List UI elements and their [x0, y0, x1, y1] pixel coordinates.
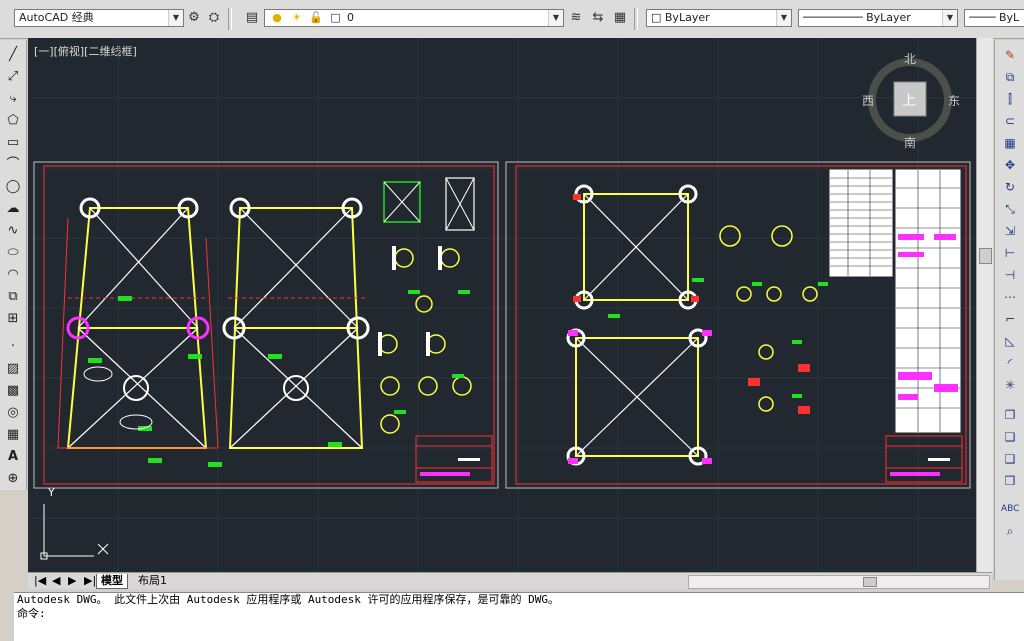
compass-east[interactable]: 东 — [948, 92, 960, 109]
layer-label: 0 — [347, 11, 354, 24]
layer-isolate-icon[interactable]: ▦ — [612, 10, 628, 26]
bring-front-icon[interactable]: ❏ — [1001, 428, 1019, 446]
arc-icon[interactable]: ⌒ — [4, 156, 22, 174]
table-icon[interactable]: ▦ — [4, 426, 22, 444]
vertical-scroll-thumb[interactable] — [979, 248, 992, 264]
point-icon[interactable]: · — [4, 338, 22, 356]
ellipse-icon[interactable]: ⬭ — [4, 244, 22, 262]
color-label: ByLayer — [664, 11, 710, 24]
linetype-select[interactable]: ───────── ByLayer ▼ — [798, 9, 958, 27]
command-history-line: Autodesk DWG。 此文件上次由 Autodesk 应用程序或 Auto… — [17, 593, 560, 606]
chamfer-icon[interactable]: ◺ — [1001, 332, 1019, 350]
top-toolbar: AutoCAD 经典 ▼ ⚙ ⛭ ▤ ● ☀ 🔓 □ 0 ▼ ≋ ⇆ ▦ □ B… — [0, 0, 1024, 39]
ellipse-arc-icon[interactable]: ◠ — [4, 266, 22, 284]
command-window-handle[interactable] — [0, 592, 14, 640]
left-drawing-sheet[interactable] — [33, 161, 499, 489]
ucs-icon — [40, 504, 109, 560]
draw-toolbar: ╱ ⤢ ⤷ ⬠ ▭ ⌒ ◯ ☁ ∿ ⬭ ◠ ⧉ ⊞ · ▨ ▩ ◎ ▦ A ⊕ — [0, 40, 27, 490]
send-back-icon[interactable]: ❑ — [1001, 450, 1019, 468]
tab-nav-prev[interactable]: ◀ — [48, 574, 64, 588]
spline-icon[interactable]: ∿ — [4, 222, 22, 240]
layer-select[interactable]: ● ☀ 🔓 □ 0 ▼ — [264, 9, 564, 27]
line-icon[interactable]: ╱ — [4, 46, 22, 64]
tab-layout1[interactable]: 布局1 — [134, 574, 171, 588]
vertical-scrollbar[interactable] — [976, 38, 993, 572]
join-icon[interactable]: ⌐ — [1001, 310, 1019, 328]
region-icon[interactable]: ◎ — [4, 404, 22, 422]
chevron-down-icon[interactable]: ▼ — [548, 10, 563, 26]
add-selected-icon[interactable]: ⊕ — [4, 470, 22, 488]
linetype-line-icon: ───────── — [803, 11, 867, 24]
linetype-label: ByLayer — [866, 11, 911, 24]
rectangle-icon[interactable]: ▭ — [4, 134, 22, 152]
layer-manager-icon[interactable]: ▤ — [244, 10, 260, 26]
stretch-icon[interactable]: ⇲ — [1001, 222, 1019, 240]
workspace-settings-icon[interactable]: ⛭ — [206, 10, 222, 26]
chevron-down-icon[interactable]: ▼ — [168, 10, 183, 26]
horizontal-scrollbar[interactable] — [688, 575, 990, 589]
chevron-down-icon[interactable]: ▼ — [942, 10, 957, 26]
extend-icon[interactable]: ⊣ — [1001, 266, 1019, 284]
polygon-icon[interactable]: ⬠ — [4, 112, 22, 130]
mirror-icon[interactable]: ⫿ — [1001, 90, 1019, 108]
fillet-icon[interactable]: ◜ — [1001, 354, 1019, 372]
lineweight-select[interactable]: ──── ByL — [964, 9, 1024, 27]
drawing-canvas[interactable]: [一][俯视][二维线框] 北 南 东 西 上 Y — [28, 38, 976, 572]
construction-line-icon[interactable]: ⤢ — [4, 68, 22, 86]
horizontal-scroll-thumb[interactable] — [863, 577, 877, 587]
lock-icon: 🔓 — [309, 11, 323, 24]
compass-north[interactable]: 北 — [904, 50, 916, 67]
scale-icon[interactable]: ⤡ — [1001, 200, 1019, 218]
ucs-y-label: Y — [48, 486, 55, 499]
text-above-icon[interactable]: ❒ — [1001, 472, 1019, 490]
tab-model[interactable]: 模型 — [96, 574, 128, 589]
viewcube-face-top[interactable]: 上 — [902, 90, 916, 110]
command-window[interactable]: Autodesk DWG。 此文件上次由 Autodesk 应用程序或 Auto… — [14, 592, 1024, 641]
explode-icon[interactable]: ✳ — [1001, 376, 1019, 394]
array-icon[interactable]: ▦ — [1001, 134, 1019, 152]
erase-icon[interactable]: ✎ — [1001, 46, 1019, 64]
break-icon[interactable]: ⋯ — [1001, 288, 1019, 306]
layout-tabs-bar: |◀ ◀ ▶ ▶| 模型 布局1 — [28, 572, 992, 589]
layer-previous-icon[interactable]: ⇆ — [590, 10, 606, 26]
compass-west[interactable]: 西 — [862, 92, 874, 109]
compass-south[interactable]: 南 — [904, 134, 916, 151]
rotate-icon[interactable]: ↻ — [1001, 178, 1019, 196]
hatch-icon[interactable]: ▨ — [4, 360, 22, 378]
offset-icon[interactable]: ⊂ — [1001, 112, 1019, 130]
drawing-svg — [28, 38, 976, 572]
workspace-select[interactable]: AutoCAD 经典 ▼ — [14, 9, 184, 27]
command-prompt[interactable]: 命令: — [14, 607, 1024, 621]
toolbar-separator — [634, 8, 638, 30]
sun-icon: ☀ — [291, 11, 302, 24]
workspace-label: AutoCAD 经典 — [19, 11, 94, 24]
color-swatch-icon: □ — [651, 11, 665, 24]
lineweight-line-icon: ──── — [969, 11, 999, 24]
insert-block-icon[interactable]: ⧉ — [4, 288, 22, 306]
color-select[interactable]: □ ByLayer ▼ — [646, 9, 792, 27]
move-icon[interactable]: ✥ — [1001, 156, 1019, 174]
make-block-icon[interactable]: ⊞ — [4, 310, 22, 328]
copy-icon[interactable]: ⧉ — [1001, 68, 1019, 86]
grid — [28, 38, 976, 572]
polyline-icon[interactable]: ⤷ — [4, 90, 22, 108]
right-drawing-sheet[interactable] — [505, 161, 971, 489]
toolbar-separator — [228, 8, 232, 30]
draworder-icon[interactable]: ❐ — [1001, 406, 1019, 424]
modify-toolbar: ✎ ⧉ ⫿ ⊂ ▦ ✥ ↻ ⤡ ⇲ ⊢ ⊣ ⋯ ⌐ ◺ ◜ ✳ ❐ ❏ ❑ ❒ … — [994, 40, 1024, 580]
chevron-down-icon[interactable]: ▼ — [776, 10, 791, 26]
gradient-icon[interactable]: ▩ — [4, 382, 22, 400]
spell-check-icon[interactable]: ABC — [1001, 500, 1019, 518]
layer-state-icon[interactable]: ≋ — [568, 10, 584, 26]
gear-icon[interactable]: ⚙ — [186, 10, 202, 26]
trim-icon[interactable]: ⊢ — [1001, 244, 1019, 262]
tab-nav-next[interactable]: ▶ — [64, 574, 80, 588]
color-swatch-icon: □ — [330, 11, 341, 24]
lineweight-label: ByL — [999, 11, 1020, 24]
circle-icon[interactable]: ◯ — [4, 178, 22, 196]
revision-cloud-icon[interactable]: ☁ — [4, 200, 22, 218]
multiline-text-icon[interactable]: A — [4, 448, 22, 466]
lightbulb-icon: ● — [272, 11, 282, 24]
find-icon[interactable]: ⌕ — [1001, 522, 1019, 540]
